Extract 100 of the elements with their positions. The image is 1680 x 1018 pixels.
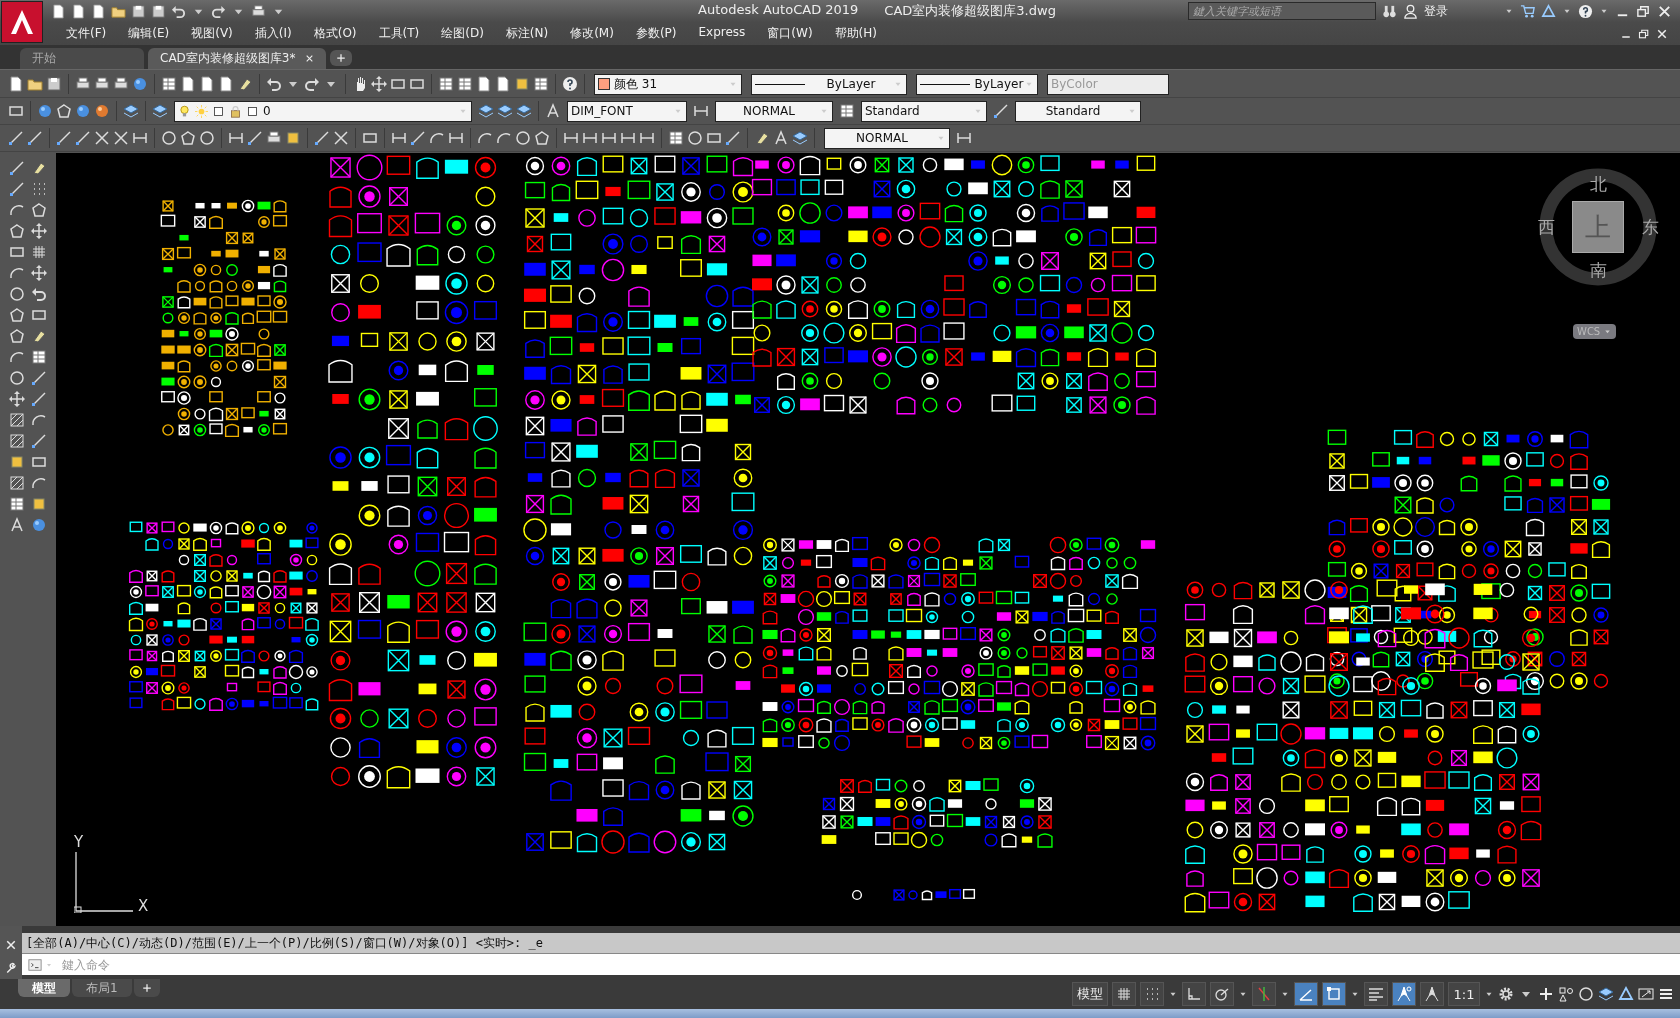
document-icon[interactable] [180, 76, 196, 92]
line-icon[interactable] [410, 130, 426, 146]
status-toggle[interactable] [1294, 982, 1318, 1006]
table-icon[interactable] [668, 130, 684, 146]
letter-icon[interactable] [9, 516, 25, 533]
command-input[interactable]: 鍵入命令 [56, 956, 1680, 973]
close-icon[interactable] [305, 54, 315, 63]
menu-item[interactable]: 标注(N) [494, 25, 560, 42]
circle-icon[interactable] [199, 130, 215, 146]
cross-icon[interactable] [113, 130, 129, 146]
sphere-icon[interactable] [31, 516, 47, 533]
arc-icon[interactable] [429, 130, 445, 146]
compass-ring[interactable] [1538, 167, 1658, 287]
sign-in-link[interactable]: 登录 [1424, 2, 1448, 20]
document-icon[interactable] [218, 76, 234, 92]
line-icon[interactable] [56, 130, 72, 146]
menu-item[interactable]: 修改(M) [559, 25, 625, 42]
dimension-icon[interactable] [639, 130, 655, 146]
east-label[interactable]: 东 [1641, 218, 1659, 236]
close-icon[interactable] [1657, 3, 1672, 19]
wrench-icon[interactable] [5, 961, 17, 974]
line-icon[interactable] [31, 369, 47, 386]
table-icon[interactable] [161, 76, 177, 92]
polygon-icon[interactable] [31, 201, 47, 218]
west-label[interactable]: 西 [1537, 218, 1555, 236]
polygon-icon[interactable] [9, 306, 25, 323]
line-icon[interactable] [993, 103, 1009, 119]
line-icon[interactable] [75, 130, 91, 146]
polygon-icon[interactable] [9, 222, 25, 239]
redo-icon[interactable] [211, 3, 226, 19]
block-icon[interactable] [514, 76, 530, 92]
menu-item[interactable]: 工具(T) [367, 25, 431, 42]
undo-icon[interactable] [266, 76, 282, 92]
line-icon[interactable] [247, 130, 263, 146]
block-icon[interactable] [9, 453, 25, 470]
menu-item[interactable]: 视图(V) [180, 25, 244, 42]
dropdown[interactable]: 0 [174, 100, 472, 122]
status-toggle[interactable] [1210, 982, 1234, 1006]
arc-icon[interactable] [477, 130, 493, 146]
new-tab-button[interactable] [330, 50, 353, 66]
restore-icon[interactable] [1636, 3, 1651, 19]
eraser-icon[interactable] [237, 76, 253, 92]
arc-icon[interactable] [496, 130, 512, 146]
printer-icon[interactable] [251, 3, 266, 19]
table-icon[interactable] [438, 76, 454, 92]
rectangle-icon[interactable] [390, 76, 406, 92]
line-icon[interactable] [725, 130, 741, 146]
shapes-icon[interactable] [1558, 986, 1574, 1002]
dropdown[interactable]: 颜色 31 [594, 73, 742, 95]
menu-item[interactable]: 绘图(D) [430, 25, 495, 42]
hatch-icon[interactable] [9, 432, 25, 449]
app-menu-button[interactable] [1, 1, 43, 43]
printer-icon[interactable] [94, 76, 110, 92]
north-label[interactable]: 北 [1589, 175, 1607, 193]
dimension-icon[interactable] [582, 130, 598, 146]
search-field[interactable]: 鍵入关键字或短语 [1188, 2, 1376, 20]
status-toggle[interactable] [1182, 982, 1206, 1006]
grid-icon[interactable] [31, 243, 47, 260]
rectangle-icon[interactable] [409, 76, 425, 92]
dot-grid-icon[interactable] [31, 180, 47, 197]
rectangle-icon[interactable] [706, 130, 722, 146]
dimension-icon[interactable] [956, 130, 972, 146]
new-layout-button[interactable] [133, 979, 160, 997]
status-toggle[interactable] [1112, 982, 1136, 1006]
dropdown[interactable]: NORMAL [824, 127, 950, 149]
sphere-icon[interactable] [37, 103, 53, 119]
south-label[interactable]: 南 [1589, 261, 1607, 279]
dimension-icon[interactable] [391, 130, 407, 146]
plus-icon[interactable] [336, 53, 347, 63]
menu-icon[interactable] [1658, 986, 1674, 1002]
user-icon[interactable] [1403, 3, 1418, 19]
eraser-icon[interactable] [754, 130, 770, 146]
dimension-icon[interactable] [601, 130, 617, 146]
document-icon[interactable] [71, 3, 86, 19]
document-icon[interactable] [495, 76, 511, 92]
move-icon[interactable] [31, 264, 47, 281]
rectangle-icon[interactable] [8, 103, 24, 119]
command-line-field[interactable]: 鍵入命令 [22, 953, 1680, 975]
line-icon[interactable] [27, 130, 43, 146]
hatch-icon[interactable] [9, 411, 25, 428]
dimension-icon[interactable] [132, 130, 148, 146]
menu-item[interactable]: 格式(O) [302, 25, 368, 42]
model-space-button[interactable]: 模型 [1072, 982, 1108, 1006]
triangle-icon[interactable] [1618, 986, 1634, 1002]
redo-icon[interactable] [304, 76, 320, 92]
binoculars-icon[interactable] [1382, 3, 1397, 19]
move-icon[interactable] [371, 76, 387, 92]
sphere-icon[interactable] [132, 76, 148, 92]
annotation-scale-button[interactable]: 1:1 [1448, 982, 1480, 1006]
document-tab[interactable]: 开始 [20, 48, 144, 69]
dimension-icon[interactable] [563, 130, 579, 146]
line-icon[interactable] [9, 180, 25, 197]
dropdown[interactable]: ByLayer [916, 73, 1038, 95]
folder-icon[interactable] [27, 76, 43, 92]
dropdown[interactable]: NORMAL [715, 100, 833, 122]
line-icon[interactable] [31, 432, 47, 449]
line-icon[interactable] [9, 159, 25, 176]
dropdown[interactable]: DIM_FONT [567, 100, 687, 122]
layers-icon[interactable] [516, 103, 532, 119]
block-icon[interactable] [31, 495, 47, 512]
